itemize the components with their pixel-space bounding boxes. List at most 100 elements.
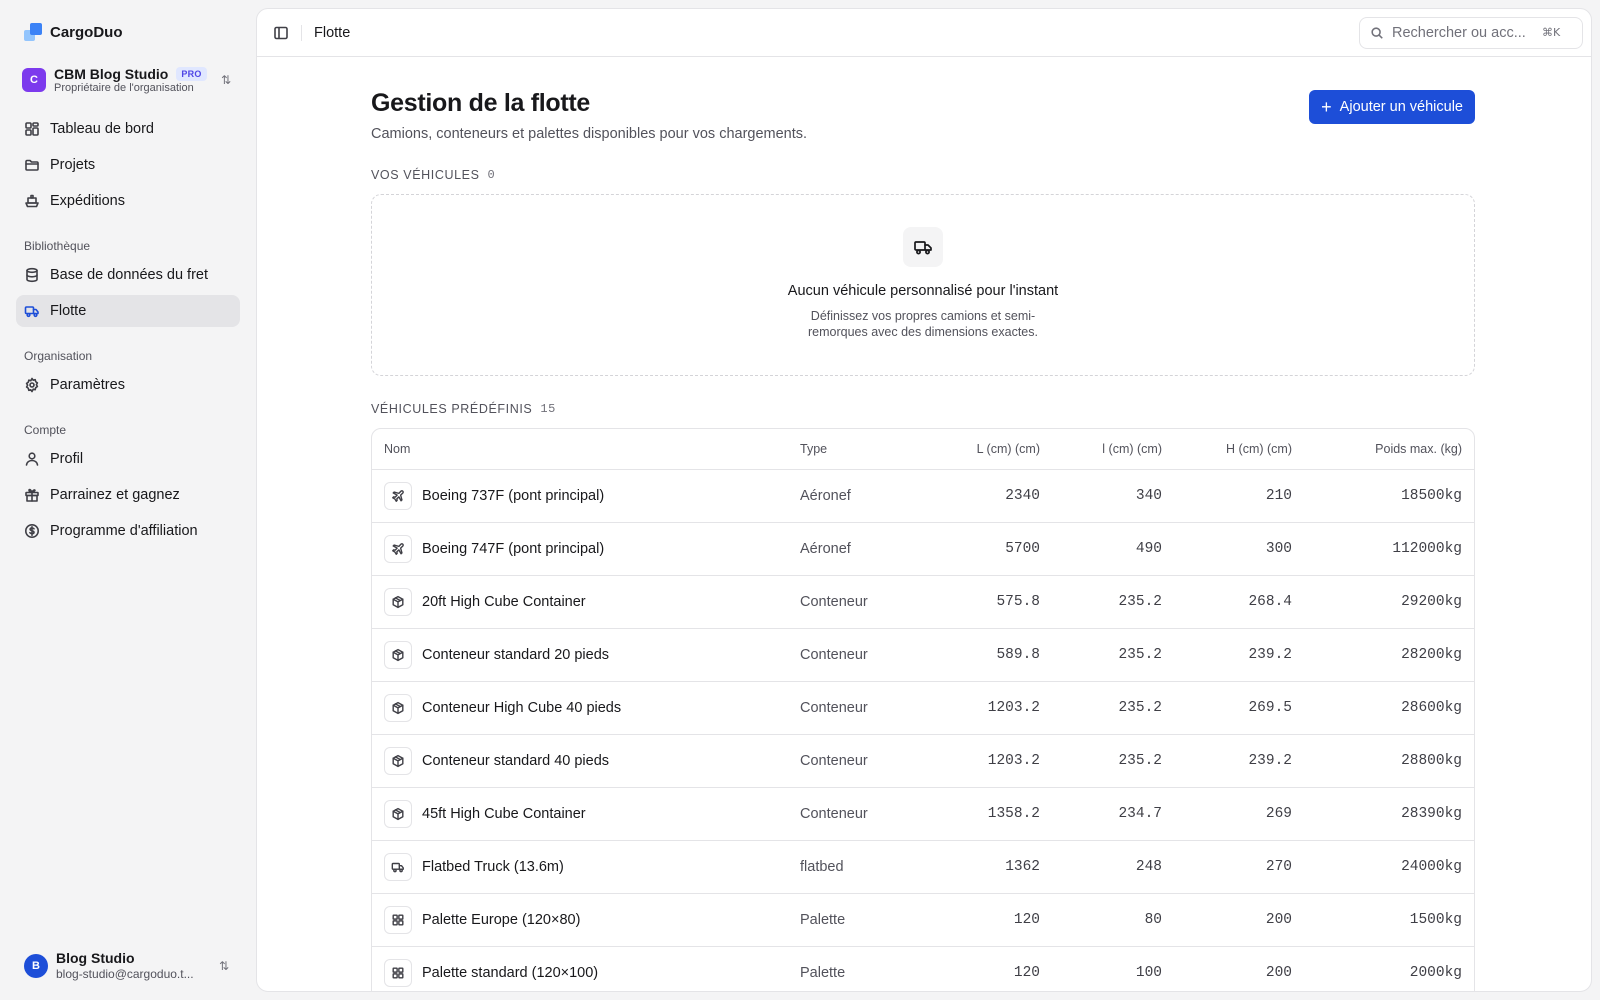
sidebar-item-referral[interactable]: Parrainez et gagnez (16, 479, 240, 511)
cell-name: Conteneur High Cube 40 pieds (372, 694, 800, 722)
container-icon (392, 648, 404, 662)
vehicle-length: 1358.2 (987, 806, 1040, 822)
vehicle-width: 80 (1144, 912, 1162, 928)
vehicle-name: Conteneur standard 20 pieds (422, 647, 610, 663)
table-row[interactable]: 20ft High Cube Container Conteneur 575.8 23… (372, 576, 1474, 629)
container-icon (392, 807, 404, 821)
table-row[interactable]: Palette Europe (120×80) Palette 120 80 200 15… (372, 894, 1474, 947)
column-header-length[interactable]: L (cm) (cm) (920, 442, 1040, 456)
vehicle-name: 20ft High Cube Container (422, 594, 586, 610)
vehicle-type: Conteneur (800, 806, 868, 822)
sidebar-toggle-icon[interactable] (273, 25, 289, 41)
vehicles-table: Nom Type L (cm) (cm) l (cm) (cm) H (cm) … (371, 428, 1475, 991)
org-switcher[interactable]: C CBM Blog Studio PRO Propriétaire de l'… (16, 60, 240, 101)
vehicle-name: Flatbed Truck (13.6m) (422, 859, 564, 875)
sidebar-item-affiliate[interactable]: Programme d'affiliation (16, 515, 240, 547)
sidebar-item-profile[interactable]: Profil (16, 443, 240, 475)
plane-icon (392, 490, 404, 502)
nav-main: Tableau de bord Projets Expéditions (16, 113, 240, 217)
vehicle-type: Palette (800, 912, 846, 928)
table-row[interactable]: Conteneur High Cube 40 pieds Conteneur 120… (372, 682, 1474, 735)
sidebar-item-label: Parrainez et gagnez (50, 486, 180, 503)
column-header-name[interactable]: Nom (372, 442, 800, 456)
table-row[interactable]: Boeing 737F (pont principal) Aéronef 2340 3… (372, 470, 1474, 523)
org-role: Propriétaire de l'organisation (54, 82, 194, 95)
vehicle-name: Palette Europe (120×80) (422, 912, 581, 928)
cargoduo-logo-icon (24, 23, 42, 41)
dollar-circle-icon (25, 523, 39, 538)
add-vehicle-label: Ajouter un véhicule (1339, 99, 1463, 115)
vehicle-width: 340 (1135, 488, 1162, 504)
column-header-width[interactable]: l (cm) (cm) (1040, 442, 1162, 456)
truck-icon (914, 241, 932, 255)
your-vehicles-label: VOS VÉHICULES (371, 168, 480, 182)
vehicle-length: 1203.2 (987, 753, 1040, 769)
container-icon (392, 595, 404, 609)
cell-name: Conteneur standard 20 pieds (372, 641, 800, 669)
topbar: Flotte ⌘K (257, 9, 1591, 57)
chevrons-up-down-icon: ⇅ (218, 958, 230, 973)
your-vehicles-count: 0 (487, 168, 496, 182)
brand[interactable]: CargoDuo (16, 16, 240, 48)
gift-icon (25, 488, 39, 502)
predefined-vehicles-count: 15 (540, 402, 556, 416)
vehicle-height: 268.4 (1248, 594, 1292, 610)
column-header-type[interactable]: Type (800, 442, 920, 456)
vehicle-name: Conteneur standard 40 pieds (422, 753, 610, 769)
search-shortcut: ⌘K (1542, 26, 1561, 39)
sidebar-item-settings[interactable]: Paramètres (16, 369, 240, 401)
sidebar-item-shipments[interactable]: Expéditions (16, 185, 240, 217)
user-email: blog-studio@cargoduo.t... (56, 967, 194, 981)
column-header-max-weight[interactable]: Poids max. (kg) (1292, 442, 1474, 456)
sidebar-item-projects[interactable]: Projets (16, 149, 240, 181)
table-row[interactable]: Conteneur standard 40 pieds Conteneur 1203… (372, 735, 1474, 788)
container-icon (392, 754, 404, 768)
your-vehicles-heading: VOS VÉHICULES 0 (371, 168, 1477, 182)
add-vehicle-button[interactable]: + Ajouter un véhicule (1309, 90, 1475, 124)
vehicle-length: 575.8 (996, 594, 1040, 610)
search-icon (1371, 26, 1383, 39)
gear-icon (25, 377, 39, 393)
vehicle-width: 235.2 (1118, 647, 1162, 663)
section-label-library: Bibliothèque (24, 238, 91, 253)
table-row[interactable]: Palette standard (120×100) Palette 120 100 2… (372, 947, 1474, 991)
vehicle-max-weight: 28600kg (1401, 700, 1462, 716)
column-header-height[interactable]: H (cm) (cm) (1162, 442, 1292, 456)
brand-name: CargoDuo (50, 23, 123, 41)
vehicle-height: 210 (1265, 488, 1292, 504)
truck-icon (391, 862, 404, 873)
vehicle-max-weight: 24000kg (1401, 859, 1462, 875)
vehicle-width: 234.7 (1118, 806, 1162, 822)
chevrons-up-down-icon: ⇅ (220, 73, 232, 88)
vehicle-type: Conteneur (800, 700, 868, 716)
page-content: Gestion de la flotte Camions, conteneurs… (257, 57, 1477, 991)
table-row[interactable]: Flatbed Truck (13.6m) flatbed 1362 248 270 24… (372, 841, 1474, 894)
user-menu[interactable]: B Blog Studio blog-studio@cargoduo.t... … (16, 944, 240, 989)
database-icon (26, 267, 38, 282)
vehicle-type-icon-box (384, 588, 412, 616)
vehicle-length: 2340 (1005, 488, 1040, 504)
truck-icon (24, 305, 39, 317)
breadcrumb: Flotte (314, 24, 351, 41)
table-row[interactable]: Conteneur standard 20 pieds Conteneur 589.… (372, 629, 1474, 682)
sidebar-item-fleet[interactable]: Flotte (16, 294, 240, 327)
vehicle-height: 269 (1265, 806, 1292, 822)
vehicle-height: 270 (1265, 859, 1292, 875)
sidebar-item-label: Base de données du fret (50, 266, 209, 283)
empty-state: Aucun véhicule personnalisé pour l'insta… (371, 194, 1475, 376)
table-row[interactable]: 45ft High Cube Container Conteneur 1358.2 2… (372, 788, 1474, 841)
nav-account: Profil Parrainez et gagnez Programme d'a… (16, 443, 240, 547)
cell-name: Flatbed Truck (13.6m) (372, 853, 800, 881)
table-row[interactable]: Boeing 747F (pont principal) Aéronef 5700 4… (372, 523, 1474, 576)
cell-name: Palette standard (120×100) (372, 959, 800, 987)
vehicle-type: Aéronef (800, 488, 851, 504)
vehicle-max-weight: 29200kg (1401, 594, 1462, 610)
sidebar-item-dashboard[interactable]: Tableau de bord (16, 113, 240, 145)
vehicle-max-weight: 112000kg (1392, 541, 1462, 557)
vehicle-type: Palette (800, 965, 846, 981)
empty-state-icon-box (903, 227, 943, 267)
search-input[interactable] (1392, 24, 1534, 41)
vehicle-type-icon-box (384, 800, 412, 828)
sidebar-item-freight-database[interactable]: Base de données du fret (16, 259, 240, 291)
search-box[interactable]: ⌘K (1359, 16, 1583, 49)
